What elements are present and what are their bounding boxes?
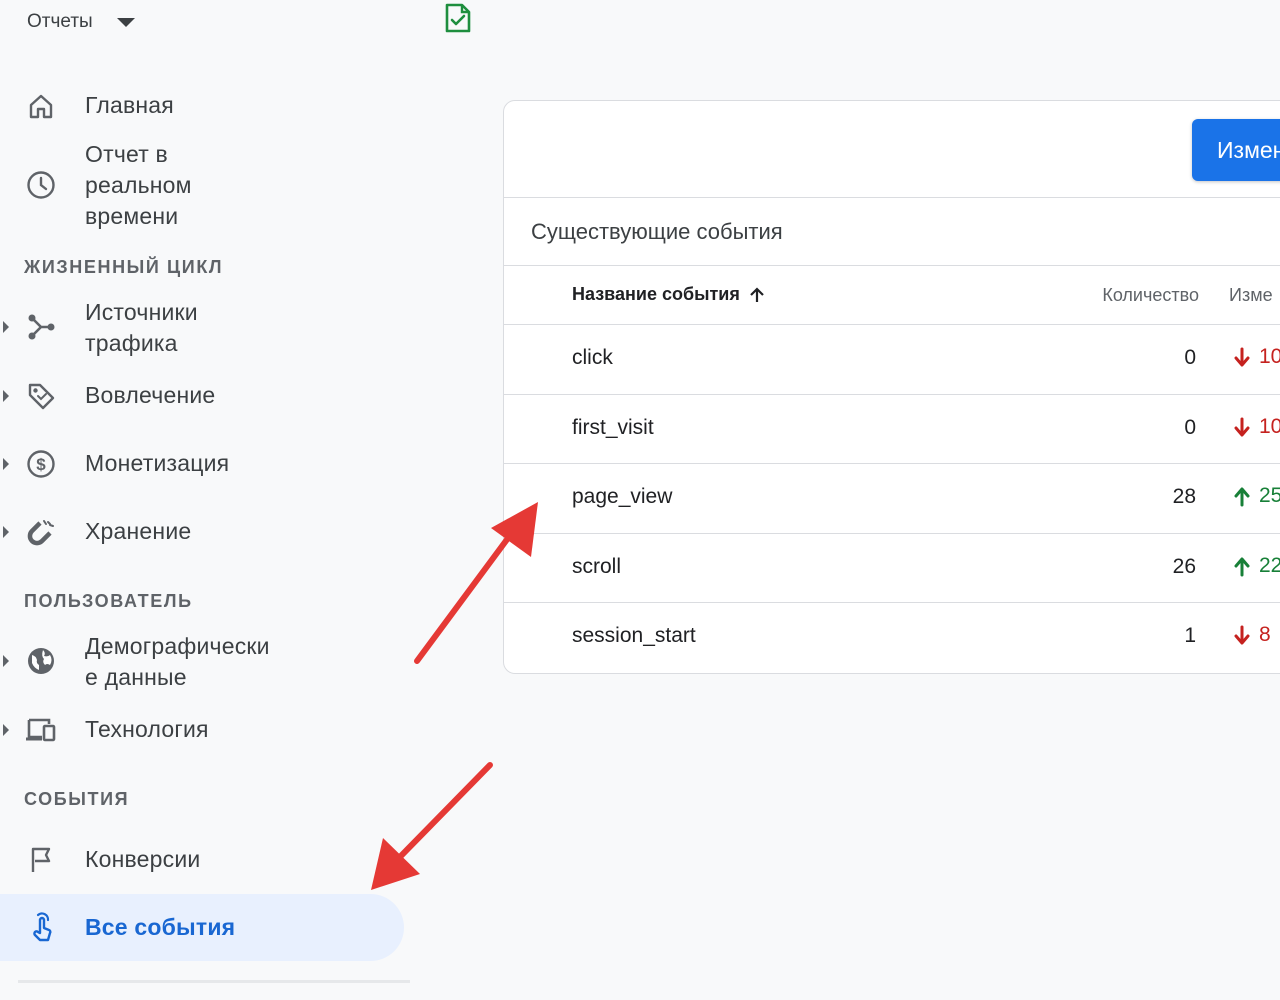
sidebar-item-label-line2: трафика [85, 330, 178, 356]
sidebar-item-label: Все события [85, 914, 236, 940]
sidebar-item-label-line2: е данные [85, 664, 187, 690]
reports-dropdown[interactable]: Отчеты [27, 8, 135, 36]
dollar-circle-icon: $ [24, 447, 58, 481]
sidebar-item-retention[interactable]: Хранение [0, 510, 404, 554]
arrow-up-icon [1234, 487, 1250, 507]
sidebar-item-label-line1: Демографически [85, 633, 270, 659]
arrow-down-icon [1234, 625, 1250, 645]
sidebar-item-label: Технология [85, 716, 209, 742]
table-row[interactable]: first_visit 0 10 [504, 395, 1280, 464]
sidebar-item-tech[interactable]: Технология [0, 708, 404, 752]
change-value: 25 [1259, 484, 1280, 507]
sidebar-item-label-line3: времени [85, 203, 179, 229]
expand-arrow-icon[interactable] [3, 724, 9, 736]
arrow-down-icon [1234, 347, 1250, 367]
card-title: Существующие события [504, 198, 1280, 266]
change-value: 22 [1259, 553, 1280, 577]
event-count-cell: 0 [1184, 346, 1196, 369]
events-table-body: click 0 10 first_visit 0 10 page_view 28 25 scrol… [504, 325, 1280, 673]
existing-events-card: Измен Существующие события Название собы… [503, 100, 1280, 674]
table-row[interactable]: scroll 26 22 [504, 534, 1280, 603]
table-header: Название события Количество Изме [504, 266, 1280, 325]
sidebar-item-all-events[interactable]: Все события [0, 894, 404, 961]
expand-arrow-icon[interactable] [3, 526, 9, 538]
event-change-cell: 25 [1233, 484, 1280, 508]
sidebar-item-label-line1: Отчет в [85, 141, 168, 167]
sidebar-divider [18, 980, 410, 983]
change-value: 10 [1259, 345, 1280, 368]
change-value: 10 [1259, 414, 1280, 438]
tag-icon [24, 379, 58, 413]
sidebar-item-conversions[interactable]: Конверсии [0, 838, 404, 882]
home-icon [24, 89, 58, 123]
arrow-up-icon [1234, 557, 1250, 576]
column-header-event-name[interactable]: Название события [572, 284, 766, 305]
event-name-cell[interactable]: session_start [572, 624, 696, 648]
table-row[interactable]: click 0 10 [504, 325, 1280, 395]
sort-ascending-icon [750, 286, 764, 302]
card-toolbar: Измен [504, 101, 1280, 198]
change-value: 8 [1259, 623, 1271, 646]
sidebar-item-engagement[interactable]: Вовлечение [0, 374, 404, 418]
sidebar-item-monetization[interactable]: $ Монетизация [0, 442, 404, 486]
sidebar-item-label-line1: Источники [85, 299, 198, 325]
table-row[interactable]: page_view 28 25 [504, 464, 1280, 534]
clock-icon [24, 168, 58, 202]
event-change-cell: 8 [1233, 623, 1271, 647]
event-name-cell[interactable]: page_view [572, 485, 672, 509]
sidebar-item-label: Монетизация [85, 450, 230, 476]
sidebar-item-label: Вовлечение [85, 382, 216, 408]
document-check-icon[interactable] [443, 2, 473, 34]
touch-icon [24, 910, 58, 944]
sidebar-item-label-line2: реальном [85, 172, 192, 198]
edit-events-button[interactable]: Измен [1192, 119, 1280, 181]
sidebar: Отчеты Главная Отчет в реальном времени … [0, 0, 471, 1000]
column-header-label: Название события [572, 284, 740, 304]
event-count-cell: 28 [1172, 485, 1196, 508]
caret-down-icon [116, 17, 135, 27]
devices-icon [24, 713, 58, 747]
flag-icon [24, 843, 58, 877]
table-row[interactable]: session_start 1 8 [504, 603, 1280, 673]
section-title-events: СОБЫТИЯ [24, 789, 130, 809]
event-change-cell: 10 [1233, 345, 1280, 369]
reports-dropdown-label: Отчеты [27, 11, 93, 32]
sidebar-item-traffic[interactable]: Источники трафика [0, 296, 404, 360]
page: Отчеты Главная Отчет в реальном времени … [0, 0, 1280, 1000]
column-header-count[interactable]: Количество [1102, 285, 1199, 306]
event-count-cell: 26 [1172, 554, 1196, 578]
branch-icon [24, 310, 58, 344]
section-title-user: ПОЛЬЗОВАТЕЛЬ [24, 591, 193, 611]
section-title-lifecycle: ЖИЗНЕННЫЙ ЦИКЛ [24, 257, 224, 277]
expand-arrow-icon[interactable] [3, 321, 9, 333]
magnet-icon [24, 515, 58, 549]
sidebar-item-home[interactable]: Главная [0, 84, 404, 128]
sidebar-item-label: Конверсии [85, 846, 201, 872]
expand-arrow-icon[interactable] [3, 390, 9, 402]
event-change-cell: 10 [1233, 415, 1280, 439]
event-name-cell[interactable]: first_visit [572, 416, 654, 440]
event-count-cell: 0 [1184, 415, 1196, 439]
sidebar-item-realtime[interactable]: Отчет в реальном времени [0, 138, 404, 234]
event-name-cell[interactable]: click [572, 346, 613, 370]
event-name-cell[interactable]: scroll [572, 555, 621, 579]
globe-icon [24, 644, 58, 678]
sidebar-item-demographics[interactable]: Демографически е данные [0, 630, 404, 694]
expand-arrow-icon[interactable] [3, 458, 9, 470]
sidebar-item-label: Главная [85, 92, 174, 118]
column-header-change[interactable]: Изме [1229, 285, 1273, 306]
expand-arrow-icon[interactable] [3, 655, 9, 667]
arrow-down-icon [1234, 417, 1250, 436]
event-change-cell: 22 [1233, 554, 1280, 578]
svg-text:$: $ [36, 455, 46, 474]
event-count-cell: 1 [1184, 624, 1196, 647]
sidebar-item-label: Хранение [85, 518, 192, 544]
